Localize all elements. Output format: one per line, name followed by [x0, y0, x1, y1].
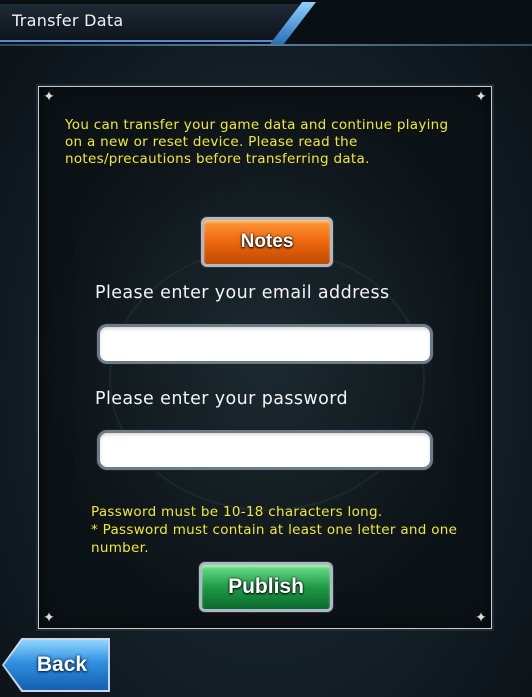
email-field[interactable]	[100, 327, 430, 361]
password-length-hint: Password must be 10-18 characters long.	[91, 504, 383, 520]
email-field-frame	[97, 324, 433, 364]
page-title: Transfer Data	[12, 11, 124, 30]
password-hint: Password must be 10-18 characters long. …	[91, 503, 471, 557]
password-label: Please enter your password	[95, 389, 348, 409]
header-divider	[0, 44, 532, 46]
back-button[interactable]: Back	[4, 640, 108, 690]
notes-button[interactable]: Notes	[201, 217, 333, 267]
password-content-hint: * Password must contain at least one let…	[91, 522, 458, 556]
transfer-panel: ✦ ✦ ✦ ✦ You can transfer your game data …	[38, 86, 492, 629]
password-field-frame	[97, 430, 433, 470]
corner-ornament-icon: ✦	[475, 89, 487, 105]
corner-ornament-icon: ✦	[43, 610, 55, 626]
header-bar: Transfer Data	[0, 0, 532, 46]
intro-text: You can transfer your game data and cont…	[65, 117, 449, 167]
email-label: Please enter your email address	[95, 283, 390, 303]
corner-ornament-icon: ✦	[475, 610, 487, 626]
corner-ornament-icon: ✦	[43, 89, 55, 105]
publish-button[interactable]: Publish	[199, 562, 333, 612]
password-field[interactable]	[100, 433, 430, 467]
